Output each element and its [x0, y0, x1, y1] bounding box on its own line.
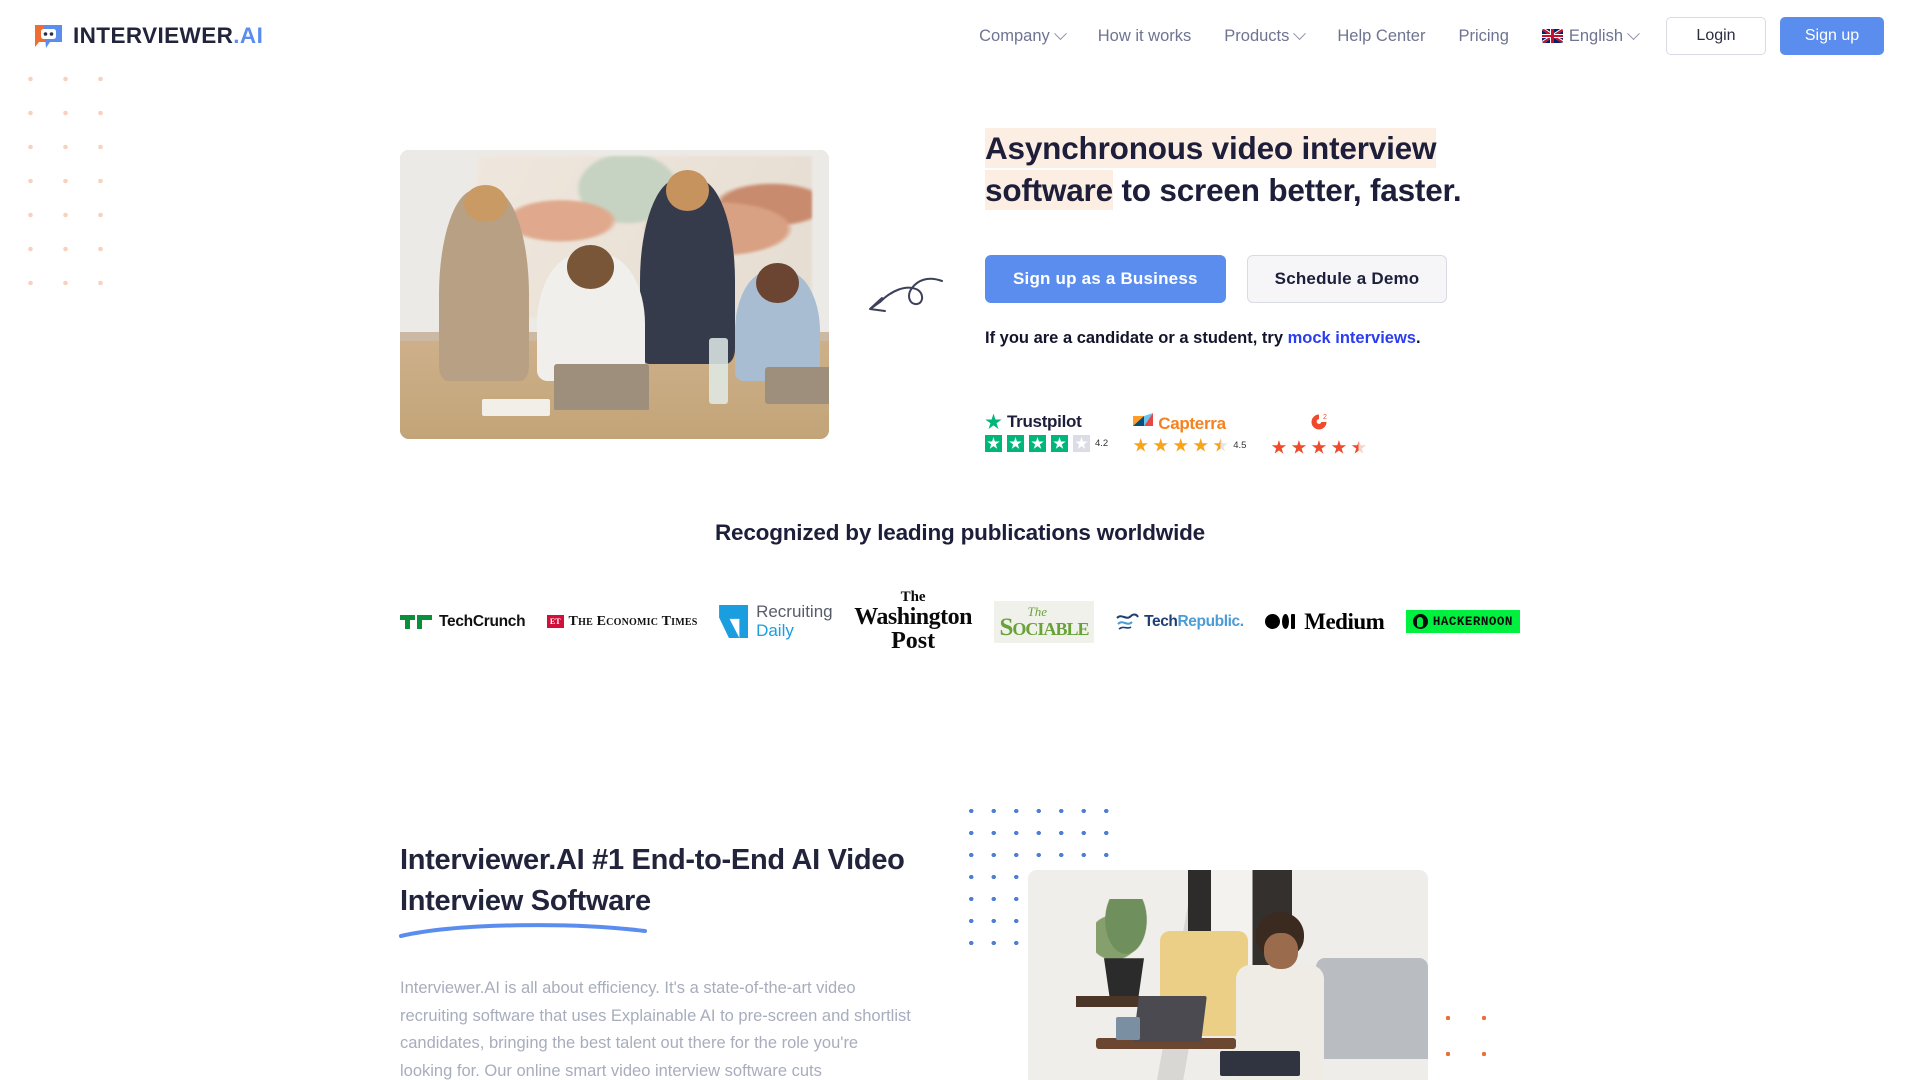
- logo[interactable]: INTERVIEWER.AI: [33, 22, 263, 51]
- et-badge: ET: [546, 615, 564, 628]
- nav-label: Pricing: [1458, 26, 1509, 45]
- washington-post-logo-icon[interactable]: The Washington Post: [854, 589, 972, 654]
- feature-heading: Interviewer.AI #1 End-to-End AI Video In…: [400, 844, 905, 918]
- techcrunch-logo-icon[interactable]: TechCrunch: [400, 612, 526, 631]
- feature-image: Woman taking notes while watching a lapt…: [1028, 870, 1428, 1080]
- logo-text: INTERVIEWER.AI: [73, 23, 263, 49]
- publication-name: The Economic Times: [568, 613, 698, 629]
- publication-name-line3: Post: [891, 628, 936, 654]
- publication-name-line2: Daily: [756, 620, 794, 640]
- hero-image: Four colleagues smiling around a laptop …: [400, 150, 829, 439]
- language-label: English: [1568, 26, 1623, 45]
- feature-body-text: Interviewer.AI is all about efficiency. …: [400, 979, 911, 1080]
- signup-button[interactable]: Sign up: [1780, 17, 1884, 55]
- hero-copy: Asynchronous video interview software to…: [985, 128, 1545, 348]
- feature-underline-decoration: [398, 920, 648, 945]
- uk-flag-icon: [1541, 29, 1563, 43]
- schedule-demo-button[interactable]: Schedule a Demo: [1246, 254, 1448, 303]
- chat-robot-logo-icon: [33, 22, 64, 51]
- rating-trustpilot[interactable]: Trustpilot 4.2: [985, 412, 1108, 452]
- nav-label: How it works: [1097, 26, 1192, 45]
- rating-g2[interactable]: 2 G2: [1271, 412, 1367, 455]
- publication-name-part1: Tech: [1144, 612, 1178, 630]
- peach-dot-grid-decoration: [0, 62, 110, 292]
- capterra-stars: 4.5: [1133, 438, 1246, 453]
- mock-interviews-link[interactable]: mock interviews: [1288, 329, 1416, 347]
- chevron-down-icon: [1293, 26, 1307, 40]
- capterra-mark-icon: [1133, 412, 1154, 435]
- site-header: INTERVIEWER.AI Company How it works Prod…: [0, 0, 1920, 72]
- main-navigation: Company How it works Products Help Cente…: [979, 26, 1640, 46]
- nav-label: Help Center: [1337, 26, 1426, 45]
- login-button[interactable]: Login: [1666, 17, 1766, 55]
- hero-headline: Asynchronous video interview software to…: [985, 128, 1545, 212]
- publication-name-part2: Republic.: [1177, 612, 1245, 630]
- hero-headline-rest: to screen better, faster.: [1112, 171, 1462, 208]
- rating-badges: Trustpilot 4.2 Capterra 4.5 2: [985, 412, 1367, 455]
- trustpilot-star-icon: [985, 413, 1002, 429]
- candidate-note-text: If you are a candidate or a student, try: [985, 328, 1288, 347]
- publication-name: HACKERNOON: [1432, 614, 1513, 629]
- nav-item-products[interactable]: Products: [1224, 26, 1307, 46]
- hackernoon-mark-icon: [1412, 614, 1428, 629]
- candidate-note: If you are a candidate or a student, try…: [985, 329, 1545, 348]
- nav-label: Products: [1224, 26, 1290, 45]
- publication-name-line1: Recruiting: [756, 602, 833, 622]
- recruiting-daily-logo-icon[interactable]: Recruiting Daily: [719, 602, 833, 640]
- logo-suffix: .AI: [233, 23, 264, 48]
- publication-name-line1: The: [900, 589, 926, 605]
- publications-title: Recognized by leading publications world…: [714, 520, 1205, 545]
- nav-label: Company: [979, 26, 1050, 45]
- medium-logo-icon[interactable]: Medium: [1265, 608, 1385, 635]
- g2-logo-icon: 2: [1308, 412, 1330, 437]
- publication-name: TechCrunch: [439, 612, 526, 630]
- signup-as-business-button[interactable]: Sign up as a Business: [985, 254, 1226, 303]
- language-selector[interactable]: English: [1541, 26, 1640, 46]
- publication-name: TechRepublic.: [1144, 613, 1244, 631]
- rating-platform-name: Trustpilot: [1007, 412, 1082, 431]
- g2-stars: [1271, 440, 1367, 455]
- techrepublic-wave-icon: [1116, 612, 1139, 632]
- publication-name: Medium: [1304, 608, 1385, 634]
- nav-item-company[interactable]: Company: [979, 26, 1067, 46]
- trustpilot-stars: 4.2: [985, 435, 1108, 452]
- sociable-logo-icon[interactable]: The Sociable: [993, 600, 1095, 643]
- curly-arrow-left-icon: [862, 272, 944, 325]
- candidate-note-suffix: .: [1415, 328, 1421, 347]
- publication-name-line2: Sociable: [999, 613, 1090, 641]
- hackernoon-logo-icon[interactable]: HACKERNOON: [1405, 610, 1520, 633]
- orange-dot-grid-decoration: [1430, 1000, 1515, 1080]
- publication-logos: TechCrunch ET The Economic Times Recruit…: [400, 590, 1520, 653]
- rating-platform-name: Capterra: [1158, 414, 1226, 434]
- rating-capterra[interactable]: Capterra 4.5: [1133, 412, 1246, 453]
- chevron-down-icon: [1053, 26, 1067, 40]
- svg-text:2: 2: [1323, 414, 1327, 421]
- capterra-label: Capterra: [1158, 413, 1226, 433]
- nav-item-how-it-works[interactable]: How it works: [1098, 27, 1192, 46]
- logo-name: INTERVIEWER: [73, 23, 234, 48]
- chevron-down-icon: [1627, 26, 1640, 40]
- rating-score: 4.2: [1095, 438, 1109, 449]
- publication-name-line2: Washington: [854, 604, 972, 630]
- hero-cta-row: Sign up as a Business Schedule a Demo: [985, 254, 1545, 303]
- nav-item-help-center[interactable]: Help Center: [1337, 27, 1425, 46]
- hero-photo: [400, 150, 829, 439]
- rating-score: 4.5: [1233, 440, 1247, 451]
- economic-times-logo-icon[interactable]: ET The Economic Times: [546, 613, 698, 630]
- techrepublic-logo-icon[interactable]: TechRepublic.: [1116, 612, 1244, 632]
- nav-item-pricing[interactable]: Pricing: [1458, 27, 1508, 46]
